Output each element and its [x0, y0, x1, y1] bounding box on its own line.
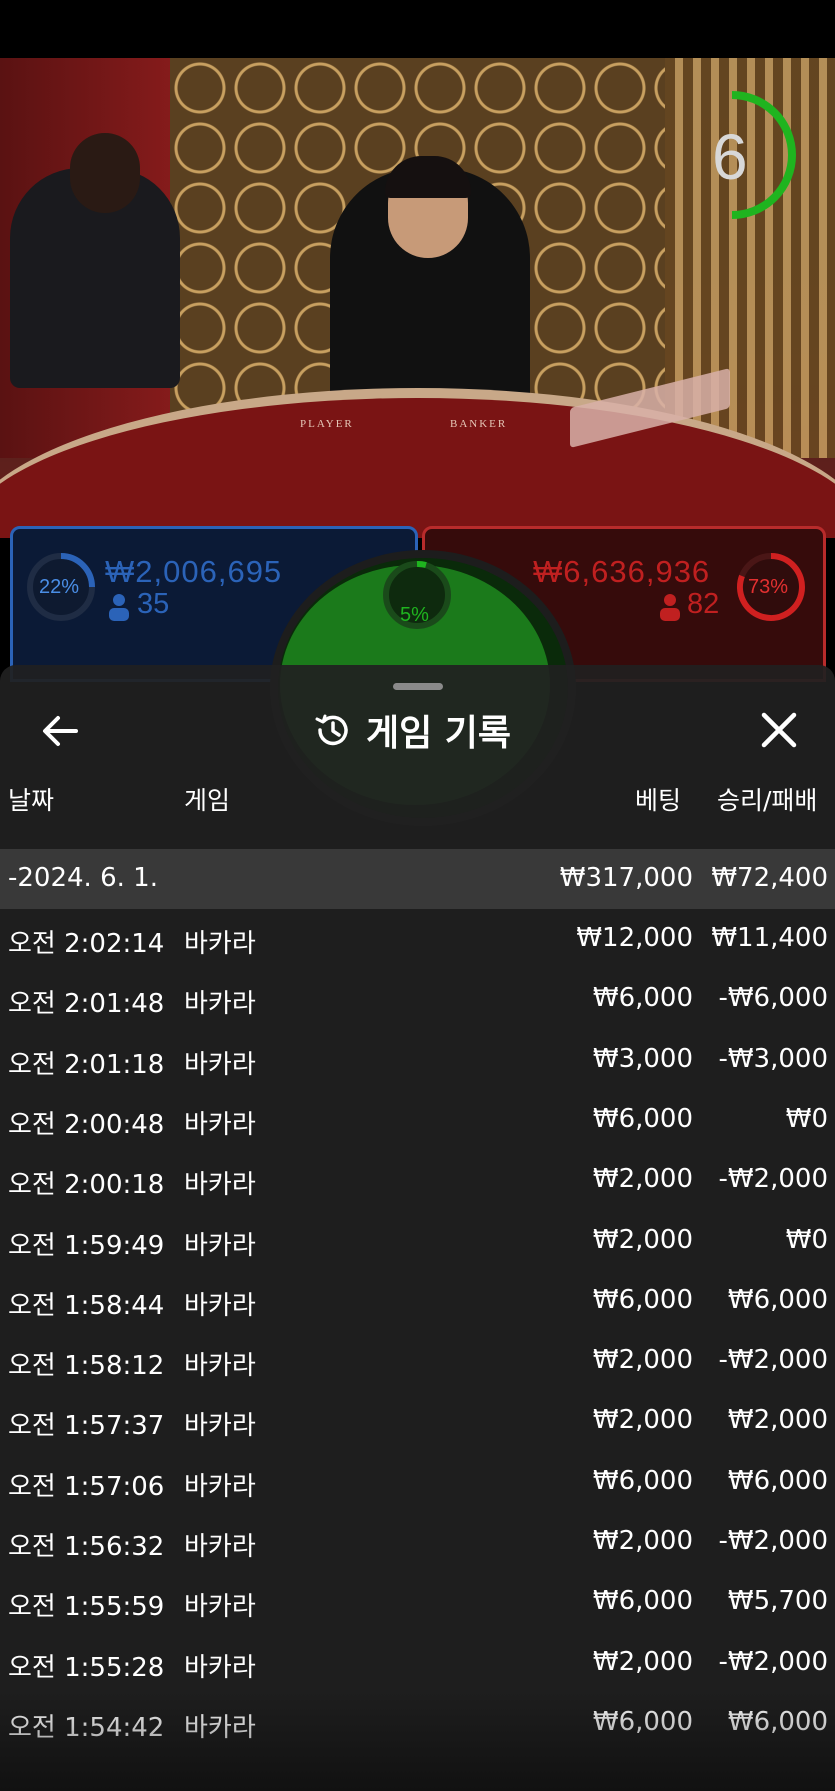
table-row[interactable]: 오전 1:59:49 바카라 ₩2,000 ₩0: [0, 1211, 835, 1271]
status-bar: [0, 0, 835, 58]
group-total-bet: ₩317,000: [559, 863, 693, 893]
row-bet: ₩3,000: [592, 1043, 693, 1074]
row-bet: ₩2,000: [592, 1224, 693, 1255]
table-row[interactable]: 오전 1:55:28 바카라 ₩2,000 -₩2,000: [0, 1633, 835, 1693]
row-bet: ₩6,000: [592, 983, 693, 1014]
row-game: 바카라: [184, 989, 256, 1020]
column-header-bet[interactable]: 베팅: [635, 781, 681, 817]
row-bet: ₩2,000: [592, 1526, 693, 1556]
table-row[interactable]: 오전 2:01:18 바카라 ₩3,000 -₩3,000: [0, 1030, 835, 1090]
table-row[interactable]: 오전 2:02:14 바카라 ₩12,000 ₩11,400: [0, 909, 835, 969]
person-icon: [109, 594, 129, 621]
row-time: 오전 1:55:28: [8, 1652, 165, 1683]
table-row[interactable]: 오전 2:00:18 바카라 ₩2,000 -₩2,000: [0, 1150, 835, 1210]
row-game: 바카라: [184, 1532, 256, 1562]
row-bet: ₩2,000: [592, 1405, 693, 1436]
history-clock-icon: [315, 714, 348, 746]
sheet-header: 게임 기록: [0, 693, 835, 769]
row-result: ₩5,700: [727, 1586, 828, 1617]
table-label-player: PLAYER: [300, 418, 354, 430]
game-history-sheet: 게임 기록 날짜 게임 베팅 승리/패배 -2024. 6. 1. ₩317,0…: [0, 665, 835, 1791]
sheet-title: 게임 기록: [366, 713, 512, 754]
table-row[interactable]: 오전 1:58:12 바카라 ₩2,000 -₩2,000: [0, 1331, 835, 1391]
row-result: -₩6,000: [718, 983, 828, 1014]
row-result: ₩6,000: [727, 1284, 828, 1315]
live-video-feed: PLAYER BANKER: [0, 58, 835, 538]
row-game: 바카라: [184, 1471, 256, 1502]
row-time: 오전 2:00:18: [8, 1170, 165, 1201]
row-bet: ₩6,000: [592, 1103, 693, 1134]
row-result: ₩11,400: [711, 923, 828, 953]
row-time: 오전 1:58:12: [8, 1351, 165, 1382]
table-row[interactable]: 오전 2:01:48 바카라 ₩6,000 -₩6,000: [0, 969, 835, 1029]
column-header-result[interactable]: 승리/패배: [717, 781, 817, 817]
row-time: 오전 1:56:32: [8, 1532, 165, 1562]
banker-percent: 73%: [748, 576, 789, 598]
row-time: 오전 1:57:37: [8, 1411, 165, 1442]
tie-percent: 5%: [400, 604, 429, 626]
row-time: 오전 1:59:49: [8, 1230, 165, 1261]
row-result: ₩2,000: [727, 1405, 828, 1436]
close-icon[interactable]: [756, 707, 802, 753]
table-row[interactable]: 오전 1:55:59 바카라 ₩6,000 ₩5,700: [0, 1572, 835, 1632]
column-header-date[interactable]: 날짜: [8, 781, 54, 817]
row-result: ₩0: [785, 1103, 828, 1134]
row-time: 오전 1:58:44: [8, 1290, 165, 1321]
row-bet: ₩12,000: [576, 923, 693, 953]
countdown-timer: 6: [712, 121, 748, 193]
row-bet: ₩6,000: [592, 1284, 693, 1315]
person-icon: [660, 594, 680, 621]
row-result: ₩6,000: [727, 1465, 828, 1496]
banker-bettor-count: 82: [687, 588, 720, 620]
arrow-left-icon[interactable]: [36, 707, 84, 755]
date-group-row[interactable]: -2024. 6. 1. ₩317,000 ₩72,400: [0, 849, 835, 909]
table-row[interactable]: 오전 2:00:48 바카라 ₩6,000 ₩0: [0, 1090, 835, 1150]
row-game: 바카라: [184, 1351, 256, 1382]
row-result: -₩3,000: [718, 1043, 828, 1074]
row-result: -₩2,000: [718, 1646, 828, 1677]
row-result: -₩2,000: [718, 1164, 828, 1195]
row-time: 오전 2:01:48: [8, 989, 165, 1020]
row-bet: ₩6,000: [592, 1586, 693, 1617]
row-time: 오전 2:02:14: [8, 929, 165, 959]
player-bet-amount: ₩2,006,695: [105, 554, 283, 589]
row-time: 오전 2:01:18: [8, 1049, 165, 1080]
bottom-fade: [0, 1690, 835, 1791]
sheet-drag-handle[interactable]: [393, 683, 443, 690]
column-header-game[interactable]: 게임: [184, 781, 230, 817]
sheet-title-group: 게임 기록: [312, 705, 511, 755]
row-time: 오전 1:55:59: [8, 1592, 165, 1623]
row-game: 바카라: [184, 929, 256, 959]
row-game: 바카라: [184, 1230, 256, 1261]
row-bet: ₩2,000: [592, 1164, 693, 1195]
row-result: -₩2,000: [718, 1345, 828, 1376]
row-bet: ₩2,000: [592, 1345, 693, 1376]
row-game: 바카라: [184, 1049, 256, 1080]
row-bet: ₩2,000: [592, 1646, 693, 1677]
table-row[interactable]: 오전 1:57:37 바카라 ₩2,000 ₩2,000: [0, 1391, 835, 1451]
assistant-head: [70, 133, 140, 213]
row-game: 바카라: [184, 1290, 256, 1321]
row-time: 오전 2:00:48: [8, 1109, 165, 1140]
player-percent: 22%: [39, 576, 80, 598]
row-bet: ₩6,000: [592, 1465, 693, 1496]
row-result: -₩2,000: [718, 1526, 828, 1556]
table-row[interactable]: 오전 1:58:44 바카라 ₩6,000 ₩6,000: [0, 1271, 835, 1331]
row-game: 바카라: [184, 1592, 256, 1623]
row-game: 바카라: [184, 1170, 256, 1201]
table-row[interactable]: 오전 1:56:32 바카라 ₩2,000 -₩2,000: [0, 1512, 835, 1572]
row-game: 바카라: [184, 1411, 256, 1442]
bet-summary: 22% ₩2,006,695 35 5% ₩6,636,936 82 73%: [0, 520, 835, 826]
table-label-banker: BANKER: [450, 418, 508, 430]
player-bettor-count: 35: [137, 588, 170, 620]
row-result: ₩0: [785, 1224, 828, 1255]
row-time: 오전 1:57:06: [8, 1471, 165, 1502]
row-game: 바카라: [184, 1109, 256, 1140]
table-row[interactable]: 오전 1:57:06 바카라 ₩6,000 ₩6,000: [0, 1452, 835, 1512]
group-date: -2024. 6. 1.: [8, 863, 158, 893]
row-game: 바카라: [184, 1652, 256, 1683]
group-total-result: ₩72,400: [711, 863, 828, 893]
banker-bet-amount: ₩6,636,936: [533, 554, 711, 589]
